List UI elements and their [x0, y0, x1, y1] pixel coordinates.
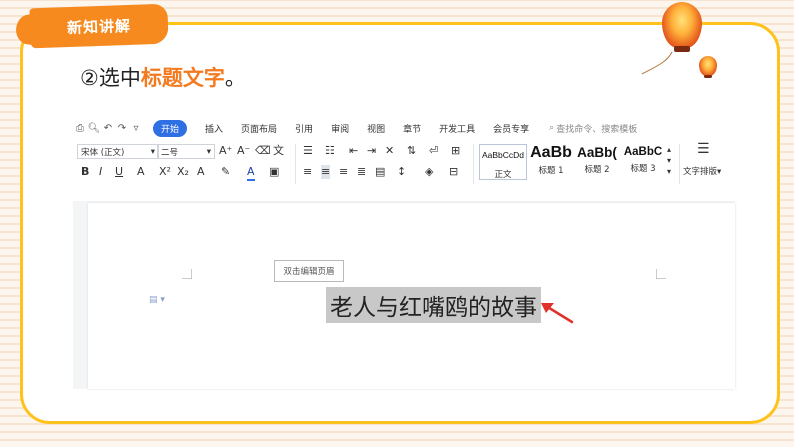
- distribute-icon[interactable]: ▤: [375, 165, 385, 179]
- font-size-select[interactable]: 二号 ▾: [157, 144, 215, 159]
- style-normal-label: 正文: [494, 170, 512, 180]
- bold-icon[interactable]: B: [81, 165, 89, 179]
- italic-icon[interactable]: I: [99, 165, 102, 179]
- margin-corner-mark: [182, 269, 192, 279]
- font-name-select[interactable]: 宋体 (正文) ▾: [77, 144, 159, 159]
- subscript-icon[interactable]: X₂: [177, 165, 189, 179]
- tab-review[interactable]: 审阅: [331, 122, 349, 135]
- superscript-icon[interactable]: X²: [159, 165, 171, 179]
- style-heading-2[interactable]: AaBb( 标题 2: [575, 144, 619, 180]
- undo-icon[interactable]: ↶: [101, 123, 115, 134]
- numbered-list-icon[interactable]: ☷: [325, 144, 335, 158]
- chinese-layout-icon[interactable]: ✕: [385, 144, 394, 158]
- phonetic-icon[interactable]: 文: [273, 144, 284, 158]
- style-heading-3[interactable]: AaBbC 标题 3: [621, 144, 665, 180]
- print-icon[interactable]: ⎙: [73, 123, 87, 134]
- strikethrough-icon[interactable]: A: [137, 165, 145, 179]
- redo-icon[interactable]: ↷: [115, 123, 129, 134]
- justify-icon[interactable]: ≣: [357, 165, 366, 179]
- step-highlight: 标题文字: [140, 66, 225, 90]
- paragraph-layout-icon[interactable]: ▤ ▾: [149, 295, 165, 305]
- home-ribbon: 宋体 (正文) ▾ 二号 ▾ A⁺ A⁻ ⌫ 文 B I U A X² X₂ A…: [73, 141, 735, 199]
- style-heading-2-label: 标题 2: [584, 165, 610, 175]
- header-edit-hint[interactable]: 双击编辑页眉: [274, 260, 344, 282]
- customize-icon[interactable]: ▿: [129, 123, 143, 134]
- chevron-down-icon: ▾: [206, 146, 211, 157]
- grow-font-icon[interactable]: A⁺: [219, 144, 232, 158]
- style-normal[interactable]: AaBbCcDd 正文: [479, 144, 527, 180]
- wps-writer-window: ⎙ 🔍︎ ↶ ↷ ▿ 开始 插入 页面布局 引用 审阅 视图 章节 开发工具 会…: [73, 117, 735, 389]
- style-heading-2-sample: AaBb(: [577, 145, 617, 160]
- style-heading-3-sample: AaBbC: [623, 146, 663, 158]
- text-effect-icon[interactable]: A: [197, 165, 205, 179]
- tab-page-layout[interactable]: 页面布局: [241, 122, 277, 135]
- styles-scroll-icon[interactable]: ▴ ▾ ▾: [667, 144, 671, 177]
- step-suffix: 。: [224, 66, 246, 90]
- style-heading-1-label: 标题 1: [538, 166, 564, 176]
- style-normal-sample: AaBbCcDd: [481, 150, 525, 160]
- show-marks-icon[interactable]: ⏎: [429, 144, 438, 158]
- style-heading-1[interactable]: AaBb 标题 1: [529, 144, 573, 180]
- tab-references[interactable]: 引用: [295, 122, 313, 135]
- tab-home[interactable]: 开始: [153, 119, 188, 137]
- outdent-icon[interactable]: ⇤: [349, 144, 358, 158]
- shrink-font-icon[interactable]: A⁻: [237, 144, 250, 158]
- table-border-icon[interactable]: ⊞: [451, 144, 460, 158]
- chevron-down-icon: ▾: [150, 146, 155, 157]
- section-banner: 新知讲解: [29, 3, 169, 49]
- tab-section[interactable]: 章节: [403, 122, 421, 135]
- tab-view[interactable]: 视图: [367, 122, 385, 135]
- indent-icon[interactable]: ⇥: [367, 144, 376, 158]
- text-layout-icon[interactable]: ☰: [697, 142, 710, 156]
- bullet-list-icon[interactable]: ☰: [303, 144, 313, 158]
- document-page[interactable]: 双击编辑页眉 ▤ ▾ 老人与红嘴鸥的故事: [88, 203, 735, 389]
- selected-title-text[interactable]: 老人与红嘴鸥的故事: [326, 287, 541, 323]
- tab-developer[interactable]: 开发工具: [439, 122, 475, 135]
- sky-lantern-small: [699, 56, 717, 78]
- tab-insert[interactable]: 插入: [205, 122, 223, 135]
- shading-icon[interactable]: ◈: [425, 165, 433, 179]
- document-canvas: 双击编辑页眉 ▤ ▾ 老人与红嘴鸥的故事: [73, 201, 735, 389]
- highlight-icon[interactable]: ✎: [221, 165, 230, 179]
- pointer-arrow-icon: [541, 303, 574, 324]
- align-left-icon[interactable]: ≡: [303, 165, 312, 179]
- search-icon: ⌕: [549, 123, 555, 133]
- align-center-icon[interactable]: ≡: [321, 165, 331, 179]
- print-preview-icon[interactable]: 🔍︎: [87, 123, 101, 134]
- command-search[interactable]: ⌕ 查找命令、搜索模板: [549, 122, 637, 135]
- style-heading-1-sample: AaBb: [530, 144, 572, 161]
- section-banner-title: 新知讲解: [66, 16, 132, 37]
- margin-corner-mark: [656, 269, 666, 279]
- line-spacing-icon[interactable]: ↕: [397, 165, 406, 179]
- border-icon[interactable]: ⊟: [449, 165, 458, 179]
- sort-icon[interactable]: ⇅: [407, 144, 416, 158]
- tab-member[interactable]: 会员专享: [493, 122, 529, 135]
- font-name-value: 宋体 (正文): [81, 147, 125, 158]
- text-layout-button[interactable]: 文字排版▾: [683, 165, 721, 179]
- underline-icon[interactable]: U: [115, 165, 123, 179]
- menu-bar: ⎙ 🔍︎ ↶ ↷ ▿ 开始 插入 页面布局 引用 审阅 视图 章节 开发工具 会…: [73, 117, 735, 139]
- search-placeholder: 查找命令、搜索模板: [556, 124, 638, 135]
- step-prefix: ②选中: [80, 66, 141, 90]
- font-size-value: 二号: [161, 147, 179, 158]
- font-color-icon[interactable]: A: [247, 165, 255, 181]
- char-border-icon[interactable]: ▣: [269, 165, 279, 179]
- sky-lantern-large: [641, 2, 702, 75]
- style-heading-3-label: 标题 3: [630, 164, 656, 174]
- text-layout-label: 文字排版: [683, 167, 718, 177]
- align-right-icon[interactable]: ≡: [339, 165, 348, 179]
- step-instruction: ②选中标题文字。: [80, 62, 246, 92]
- clear-format-icon[interactable]: ⌫: [255, 144, 271, 158]
